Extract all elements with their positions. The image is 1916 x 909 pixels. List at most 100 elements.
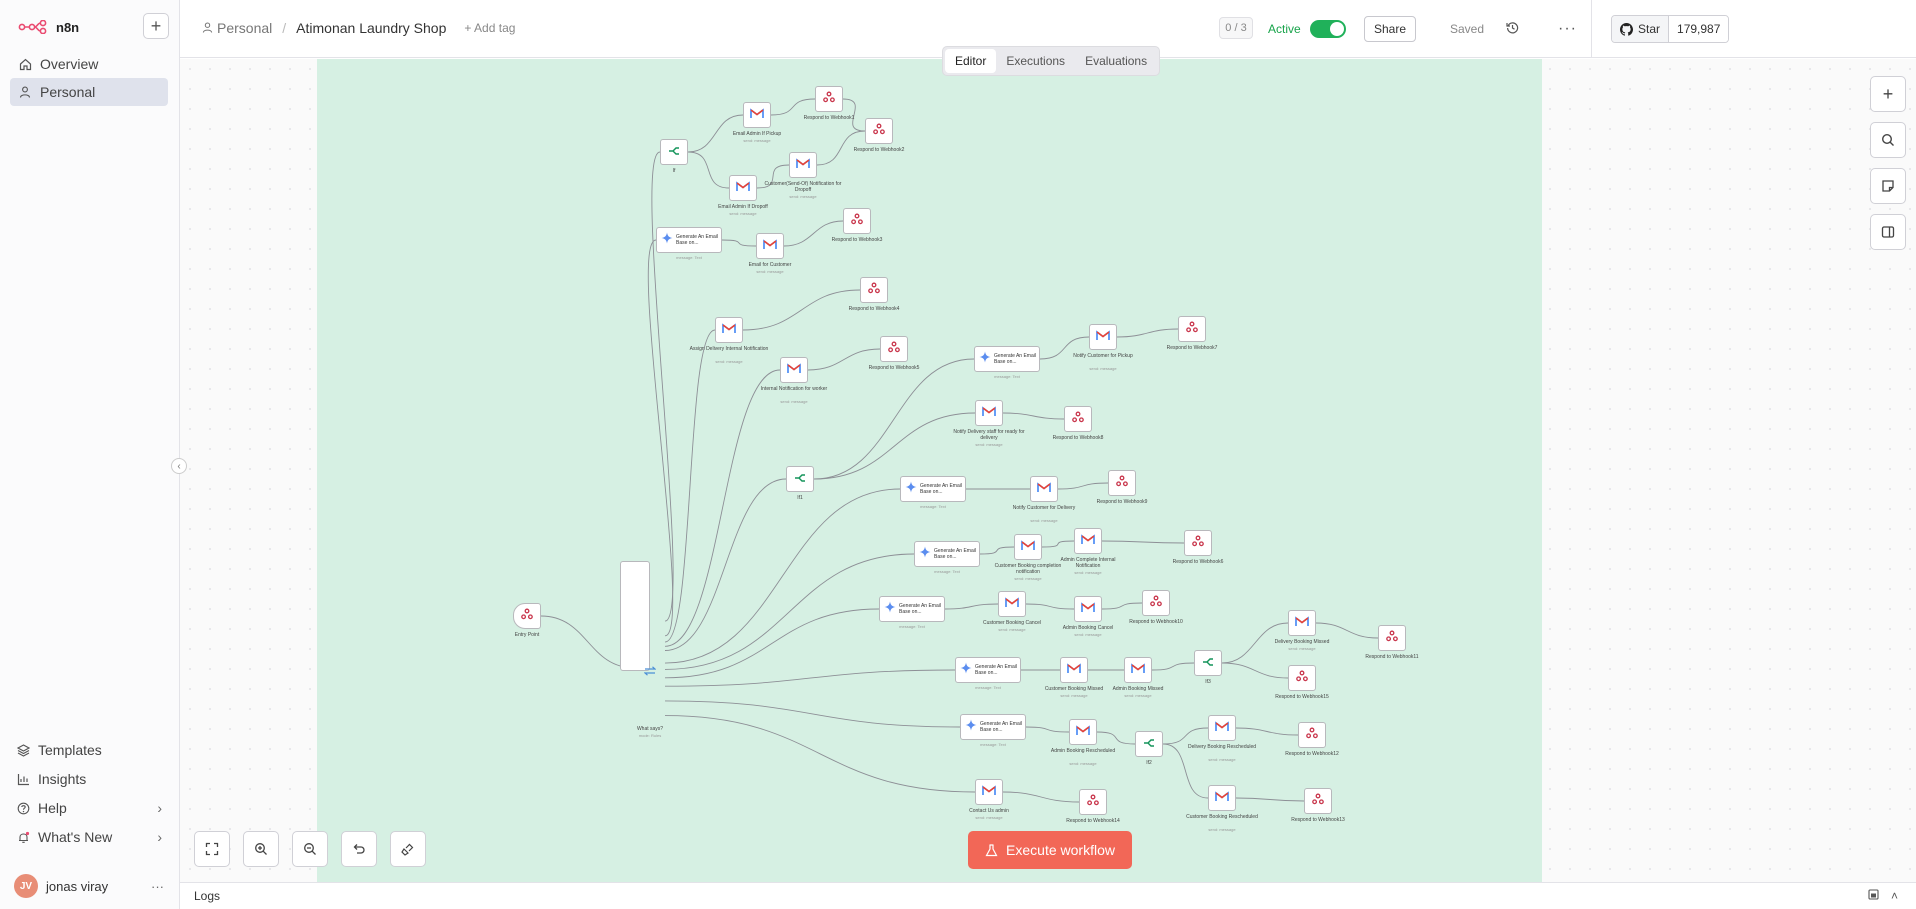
workflow-node[interactable] — [1135, 731, 1163, 757]
undo-button[interactable] — [341, 831, 377, 867]
add-node-button[interactable]: + — [1870, 76, 1906, 112]
node-label: Notify Delivery staff for ready for deli… — [953, 429, 1025, 441]
workflow-node[interactable] — [880, 336, 908, 362]
connection-line — [1057, 482, 1109, 490]
workflow-node[interactable] — [1208, 715, 1236, 741]
workflow-node[interactable] — [1069, 719, 1097, 745]
gmail-icon — [1005, 595, 1019, 613]
workflow-node[interactable] — [1184, 530, 1212, 556]
workflow-node[interactable] — [786, 466, 814, 492]
webhook-icon — [1296, 669, 1308, 687]
workflow-node[interactable] — [1208, 785, 1236, 811]
workflow-node[interactable] — [1014, 534, 1042, 560]
webhook-icon — [823, 90, 835, 108]
workflow-node[interactable]: Generate An Email Base on... — [879, 596, 945, 622]
workflow-node[interactable] — [1378, 625, 1406, 651]
gmail-icon — [1081, 600, 1095, 618]
logs-panel[interactable]: Logs ˄ — [180, 882, 1916, 909]
workflow-node[interactable] — [1124, 657, 1152, 683]
workflow-node[interactable] — [1079, 789, 1107, 815]
workflow-node[interactable] — [1178, 316, 1206, 342]
gmail-icon — [1131, 661, 1145, 679]
node-label: Respond to Webhook14 — [1066, 818, 1120, 824]
connection-line — [1096, 731, 1136, 745]
workflow-node[interactable] — [1298, 722, 1326, 748]
workflow-node[interactable] — [1060, 657, 1088, 683]
node-label: Respond to Webhook4 — [848, 306, 900, 312]
node-label: Internal Notification for worker — [760, 386, 828, 392]
node-subtitle: send: message — [1089, 366, 1117, 371]
workflow-node[interactable] — [1030, 476, 1058, 502]
execute-workflow-button[interactable]: Execute workflow — [968, 831, 1132, 869]
workflow-node[interactable] — [815, 86, 843, 112]
workflow-node[interactable] — [865, 118, 893, 144]
workflow-node[interactable] — [1108, 470, 1136, 496]
webhook-icon — [1192, 534, 1204, 552]
connection-line — [1235, 727, 1299, 736]
workflow-node[interactable] — [1142, 590, 1170, 616]
connection-line — [1002, 791, 1080, 803]
gmail-icon — [763, 237, 777, 255]
workflow-node[interactable] — [860, 277, 888, 303]
workflow-node[interactable] — [513, 603, 541, 629]
workflow-node[interactable] — [660, 139, 688, 165]
connection-line — [1235, 797, 1305, 802]
workflow-node[interactable] — [1288, 665, 1316, 691]
chevron-up-icon[interactable]: ˄ — [1891, 889, 1898, 903]
tidy-up-button[interactable] — [390, 831, 426, 867]
workflow-node[interactable]: Generate An Email Base on... — [974, 346, 1040, 372]
workflow-node[interactable] — [1194, 650, 1222, 676]
workflow-node[interactable]: Generate An Email Base on... — [656, 227, 722, 253]
workflow-node[interactable]: Generate An Email Base on... — [914, 541, 980, 567]
sticky-note-button[interactable] — [1870, 168, 1906, 204]
tab-editor[interactable]: Editor — [945, 49, 997, 73]
workflow-node[interactable] — [789, 152, 817, 178]
zoom-in-button[interactable] — [243, 831, 279, 867]
connection-line — [664, 700, 961, 728]
workflow-node[interactable]: Generate An Email Base on... — [900, 476, 966, 502]
panel-toggle-button[interactable] — [1870, 214, 1906, 250]
workflow-node[interactable] — [1074, 596, 1102, 622]
zoom-out-button[interactable] — [292, 831, 328, 867]
fit-view-button[interactable] — [194, 831, 230, 867]
node-label: Respond to Webhook9 — [1096, 499, 1148, 505]
node-label: Delivery Booking Rescheduled — [1187, 744, 1257, 750]
node-subtitle: send: message — [729, 211, 757, 216]
node-label: Respond to Webhook10 — [1129, 619, 1183, 625]
search-button[interactable] — [1870, 122, 1906, 158]
workflow-node[interactable] — [780, 357, 808, 383]
switch-node[interactable] — [620, 561, 650, 671]
workflow-node[interactable] — [715, 317, 743, 343]
workflow-node[interactable]: Generate An Email Base on... — [955, 657, 1021, 683]
workflow-node[interactable] — [998, 591, 1026, 617]
logs-pop-out-icon[interactable] — [1868, 889, 1879, 903]
workflow-node[interactable]: Generate An Email Base on... — [960, 714, 1026, 740]
tab-evaluations[interactable]: Evaluations — [1075, 49, 1157, 73]
node-subtitle: send: message — [789, 194, 817, 199]
webhook-icon — [868, 281, 880, 299]
connection-line — [770, 98, 816, 116]
connection-line — [664, 478, 787, 651]
fit-view-icon — [205, 842, 219, 856]
workflow-node[interactable] — [1288, 610, 1316, 636]
workflow-node[interactable] — [729, 175, 757, 201]
workflow-node[interactable] — [1304, 788, 1332, 814]
gemini-icon — [905, 480, 917, 498]
workflow-node[interactable] — [756, 233, 784, 259]
workflow-node[interactable] — [843, 208, 871, 234]
workflow-node[interactable] — [1064, 406, 1092, 432]
if-icon — [1201, 654, 1215, 672]
collapse-sidebar-button[interactable]: ‹ — [171, 458, 187, 474]
node-label: Customer Booking Cancel — [982, 620, 1042, 626]
gemini-icon — [960, 661, 972, 679]
workflow-node[interactable] — [975, 779, 1003, 805]
if-icon — [1142, 735, 1156, 753]
tab-executions[interactable]: Executions — [996, 49, 1075, 73]
gmail-icon — [982, 404, 996, 422]
node-label: Respond to Webhook2 — [853, 147, 905, 153]
node-label: Respond to Webhook8 — [1052, 435, 1104, 441]
workflow-node[interactable] — [743, 102, 771, 128]
workflow-node[interactable] — [1074, 528, 1102, 554]
workflow-node[interactable] — [1089, 324, 1117, 350]
workflow-node[interactable] — [975, 400, 1003, 426]
